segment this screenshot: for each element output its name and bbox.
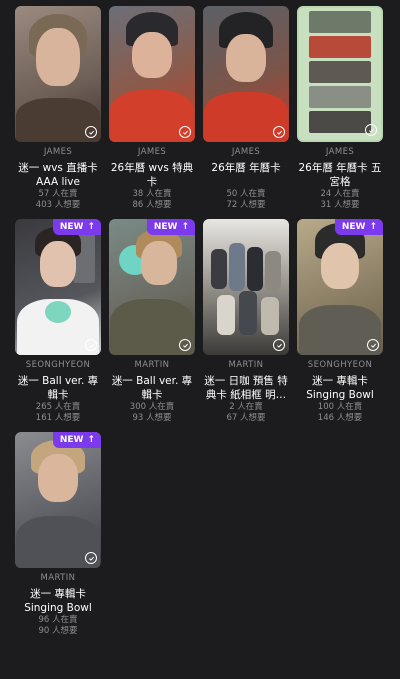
photocard-item[interactable]: NEW ↑ SEONGHYEON 迷一 Ball ver. 專輯卡 265 人在賣… (15, 219, 101, 424)
new-badge: NEW ↑ (334, 219, 383, 235)
wanting-count: 67 人想要 (226, 413, 266, 423)
check-circle-icon (85, 552, 97, 564)
photocard-grid: JAMES 迷一 wvs 直播卡 AAA live 57 人在賣 403 人想要… (0, 0, 400, 637)
check-circle-icon (85, 126, 97, 138)
selling-count: 50 人在賣 (226, 189, 266, 199)
selling-count: 38 人在賣 (132, 189, 172, 199)
selling-count: 265 人在賣 (35, 402, 81, 412)
check-circle-icon (273, 126, 285, 138)
photocard-item[interactable]: MARTIN 迷一 日咖 預售 特典卡 紙相框 明… 2 人在賣 67 人想要 (203, 219, 289, 424)
photocard-image[interactable]: NEW ↑ (15, 432, 101, 568)
new-badge: NEW ↑ (52, 432, 101, 448)
card-title: 迷一 專輯卡 Singing Bowl v… (24, 588, 92, 614)
photocard-image[interactable] (109, 6, 195, 142)
artist-name: MARTIN (134, 360, 170, 370)
photocard-image[interactable]: NEW ↑ (297, 219, 383, 355)
card-title: 26年曆 年曆卡 (211, 162, 281, 174)
photocard-item[interactable]: JAMES 26年曆 年曆卡 五宮格 24 人在賣 31 人想要 (297, 6, 383, 211)
artist-name: SEONGHYEON (307, 360, 373, 370)
card-title: 迷一 Ball ver. 專輯卡 (111, 375, 193, 401)
check-circle-icon (179, 126, 191, 138)
selling-count: 57 人在賣 (38, 189, 78, 199)
selling-count: 96 人在賣 (38, 615, 78, 625)
check-circle-icon (85, 339, 97, 351)
artist-name: MARTIN (40, 573, 76, 583)
selling-count: 100 人在賣 (317, 402, 363, 412)
wanting-count: 72 人想要 (226, 200, 266, 210)
artist-name: JAMES (231, 147, 261, 157)
artist-name: JAMES (43, 147, 73, 157)
photocard-item[interactable]: NEW ↑ MARTIN 迷一 Ball ver. 專輯卡 300 人在賣 93 … (109, 219, 195, 424)
arrow-up-icon: ↑ (87, 222, 95, 232)
photocard-item[interactable]: JAMES 26年曆 年曆卡 50 人在賣 72 人想要 (203, 6, 289, 211)
artist-name: SEONGHYEON (25, 360, 91, 370)
new-badge: NEW ↑ (146, 219, 195, 235)
new-badge: NEW ↑ (52, 219, 101, 235)
photocard-image[interactable] (203, 6, 289, 142)
check-circle-icon (367, 339, 379, 351)
selling-count: 2 人在賣 (229, 402, 263, 412)
check-circle-icon (273, 339, 285, 351)
artist-name: JAMES (325, 147, 355, 157)
photocard-image[interactable] (15, 6, 101, 142)
wanting-count: 31 人想要 (320, 200, 360, 210)
card-title: 迷一 wvs 直播卡 AAA live (18, 162, 98, 188)
photocard-image[interactable]: NEW ↑ (109, 219, 195, 355)
artist-name: JAMES (137, 147, 167, 157)
arrow-up-icon: ↑ (87, 435, 95, 445)
check-circle-icon (179, 339, 191, 351)
photocard-item[interactable]: NEW↑ SEONGHYEON 迷一 專輯卡 Singing Bowl v… 1… (297, 219, 383, 424)
photocard-item[interactable]: NEW↑ MARTIN 迷一 專輯卡 Singing Bowl v… 96 人在… (15, 432, 101, 637)
check-circle-icon (365, 124, 377, 136)
photocard-image[interactable] (203, 219, 289, 355)
wanting-count: 403 人想要 (35, 200, 81, 210)
arrow-up-icon: ↑ (369, 222, 377, 232)
selling-count: 300 人在賣 (129, 402, 175, 412)
selling-count: 24 人在賣 (320, 189, 360, 199)
arrow-up-icon: ↑ (181, 222, 189, 232)
photocard-item[interactable]: JAMES 迷一 wvs 直播卡 AAA live 57 人在賣 403 人想要 (15, 6, 101, 211)
wanting-count: 146 人想要 (317, 413, 363, 423)
card-title: 26年曆 wvs 特典卡 (110, 162, 194, 188)
wanting-count: 86 人想要 (132, 200, 172, 210)
wanting-count: 161 人想要 (35, 413, 81, 423)
card-title: 迷一 專輯卡 Singing Bowl v… (306, 375, 374, 401)
wanting-count: 93 人想要 (132, 413, 172, 423)
card-title: 26年曆 年曆卡 五宮格 (298, 162, 382, 188)
card-title: 迷一 Ball ver. 專輯卡 (17, 375, 99, 401)
artist-name: MARTIN (228, 360, 264, 370)
wanting-count: 90 人想要 (38, 626, 78, 636)
card-title: 迷一 日咖 預售 特典卡 紙相框 明… (204, 375, 288, 401)
photocard-image[interactable] (297, 6, 383, 142)
photocard-image[interactable]: NEW ↑ (15, 219, 101, 355)
photocard-item[interactable]: JAMES 26年曆 wvs 特典卡 38 人在賣 86 人想要 (109, 6, 195, 211)
